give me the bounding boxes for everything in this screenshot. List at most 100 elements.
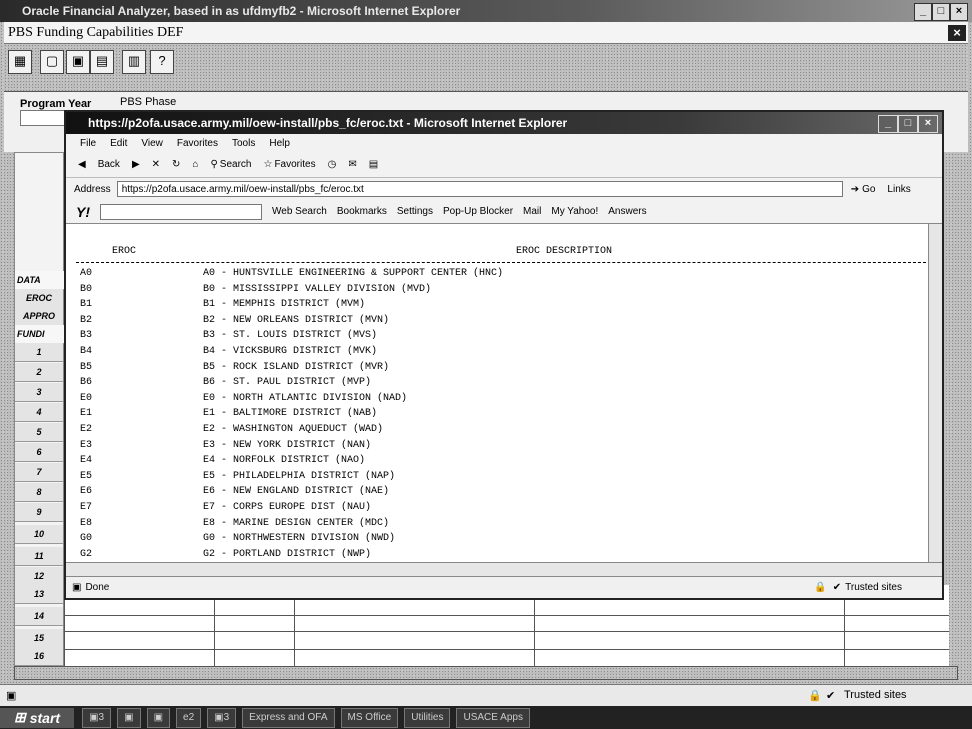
- close-icon[interactable]: ×: [918, 115, 938, 133]
- menu-file[interactable]: File: [80, 138, 96, 149]
- program-year-field[interactable]: [20, 110, 70, 126]
- eroc-code: G2: [80, 548, 93, 560]
- menu-help[interactable]: Help: [269, 138, 290, 149]
- yahoo-answers[interactable]: Answers: [608, 206, 646, 217]
- minimize-icon[interactable]: _: [878, 115, 898, 133]
- row-header[interactable]: 5: [15, 423, 63, 442]
- address-input[interactable]: https://p2ofa.usace.army.mil/oew-install…: [116, 181, 843, 197]
- row-header[interactable]: 2: [15, 363, 63, 382]
- print-icon[interactable]: ▤: [90, 50, 114, 74]
- back-button[interactable]: Back: [98, 159, 120, 170]
- start-button[interactable]: ⊞ start: [0, 707, 75, 728]
- menu-tools[interactable]: Tools: [232, 138, 255, 149]
- grid-line: [64, 649, 949, 650]
- go-button[interactable]: Go: [862, 184, 875, 195]
- address-label: Address: [74, 183, 111, 195]
- app-title-bar: PBS Funding Capabilities DEF: [4, 22, 968, 44]
- taskbar-item[interactable]: ▣ 3: [82, 707, 112, 728]
- yahoo-web-search[interactable]: Web Search: [272, 206, 327, 217]
- copy-icon[interactable]: ▢: [40, 50, 64, 74]
- taskbar-item-label: Express and OFA: [249, 712, 328, 723]
- horizontal-scrollbar[interactable]: [14, 666, 958, 680]
- links-button[interactable]: Links: [887, 184, 910, 195]
- row-header[interactable]: 14: [15, 607, 63, 626]
- eroc-code: B6: [80, 377, 93, 389]
- yahoo-popup-blocker[interactable]: Pop-Up Blocker: [443, 206, 513, 217]
- ie-horizontal-scrollbar[interactable]: [66, 562, 942, 576]
- app-close-icon[interactable]: ×: [948, 25, 966, 41]
- row-header-appro[interactable]: APPRO: [15, 307, 63, 326]
- ie-status-bar: ▣ Done 🔒 ✔ Trusted sites: [66, 576, 942, 598]
- eroc-code: E4: [80, 455, 93, 467]
- yahoo-bookmarks[interactable]: Bookmarks: [337, 206, 387, 217]
- eroc-column-header: EROC: [112, 246, 137, 257]
- row-header[interactable]: 8: [15, 483, 63, 502]
- taskbar-item[interactable]: ▣ 3: [207, 707, 237, 728]
- eroc-code: B4: [80, 346, 93, 357]
- menu-favorites[interactable]: Favorites: [177, 138, 218, 149]
- refresh-icon[interactable]: ↻: [172, 159, 180, 170]
- maximize-icon[interactable]: □: [898, 115, 918, 133]
- pbs-phase-label: PBS Phase: [120, 96, 177, 108]
- taskbar-item[interactable]: Express and OFA: [242, 707, 335, 728]
- eroc-description: E6 - NEW ENGLAND DISTRICT (NAE): [203, 486, 390, 498]
- forward-icon[interactable]: ▶: [132, 159, 140, 170]
- history-icon[interactable]: ◷: [328, 159, 337, 170]
- taskbar-item[interactable]: ▣: [146, 707, 171, 728]
- vertical-scrollbar[interactable]: [928, 224, 942, 562]
- go-arrow-icon[interactable]: ➔: [851, 184, 859, 195]
- row-header[interactable]: 12: [15, 567, 63, 586]
- print-icon[interactable]: ▤: [369, 159, 378, 170]
- eroc-description: B2 - NEW ORLEANS DISTRICT (MVN): [203, 314, 390, 326]
- mail-icon[interactable]: ✉: [348, 159, 356, 170]
- row-header-eroc[interactable]: EROC: [15, 289, 63, 308]
- taskbar-item[interactable]: MS Office: [340, 707, 399, 728]
- calendar-icon[interactable]: ▦: [8, 50, 32, 74]
- row-header[interactable]: 15: [15, 629, 63, 648]
- eroc-description: E3 - NEW YORK DISTRICT (NAN): [203, 439, 372, 451]
- row-header[interactable]: 13: [15, 585, 63, 604]
- row-header-data[interactable]: DATA: [15, 271, 65, 290]
- taskbar-item[interactable]: e2: [176, 707, 202, 728]
- row-header[interactable]: 7: [15, 463, 63, 482]
- taskbar-item[interactable]: ▣: [117, 707, 141, 728]
- minimize-icon[interactable]: _: [914, 3, 932, 21]
- home-icon[interactable]: ⌂: [192, 159, 198, 170]
- row-header[interactable]: 11: [15, 547, 63, 566]
- yahoo-search-input[interactable]: [100, 203, 262, 220]
- eroc-code: E6: [80, 486, 93, 498]
- row-header[interactable]: 4: [15, 403, 63, 422]
- window-icon: ▣: [214, 712, 224, 723]
- yahoo-mail[interactable]: Mail: [523, 206, 541, 217]
- row-header[interactable]: 9: [15, 503, 63, 522]
- row-header[interactable]: 3: [15, 383, 63, 402]
- row-header-fundi[interactable]: FUNDI: [15, 325, 65, 344]
- eroc-code: B2: [80, 314, 93, 326]
- row-header[interactable]: 1: [15, 343, 63, 362]
- stop-icon[interactable]: ✕: [152, 159, 160, 170]
- search-icon[interactable]: ⚲: [210, 159, 217, 170]
- row-header[interactable]: 16: [15, 647, 63, 666]
- eroc-code: E5: [80, 470, 93, 482]
- paste-icon[interactable]: ▣: [66, 50, 90, 74]
- favorites-icon[interactable]: ☆: [263, 159, 272, 170]
- help-icon[interactable]: ?: [150, 50, 174, 74]
- eroc-description: B4 - VICKSBURG DISTRICT (MVK): [203, 346, 378, 357]
- search-button[interactable]: Search: [220, 159, 252, 170]
- menu-view[interactable]: View: [141, 138, 163, 149]
- back-icon[interactable]: ◀: [78, 159, 86, 170]
- close-icon[interactable]: ×: [950, 3, 968, 21]
- grid-line: [64, 631, 949, 632]
- menu-edit[interactable]: Edit: [110, 138, 127, 149]
- taskbar-item[interactable]: USACE Apps: [456, 707, 530, 728]
- taskbar-item[interactable]: Utilities: [404, 707, 451, 728]
- row-header[interactable]: 6: [15, 443, 63, 462]
- maximize-icon[interactable]: □: [932, 3, 950, 21]
- yahoo-my-yahoo[interactable]: My Yahoo!: [551, 206, 598, 217]
- eroc-code: E7: [80, 502, 93, 513]
- save-icon[interactable]: ▥: [122, 50, 146, 74]
- yahoo-logo-icon[interactable]: Y!: [76, 204, 90, 220]
- favorites-button[interactable]: Favorites: [274, 159, 315, 170]
- yahoo-settings[interactable]: Settings: [397, 206, 433, 217]
- row-header[interactable]: 10: [15, 525, 63, 544]
